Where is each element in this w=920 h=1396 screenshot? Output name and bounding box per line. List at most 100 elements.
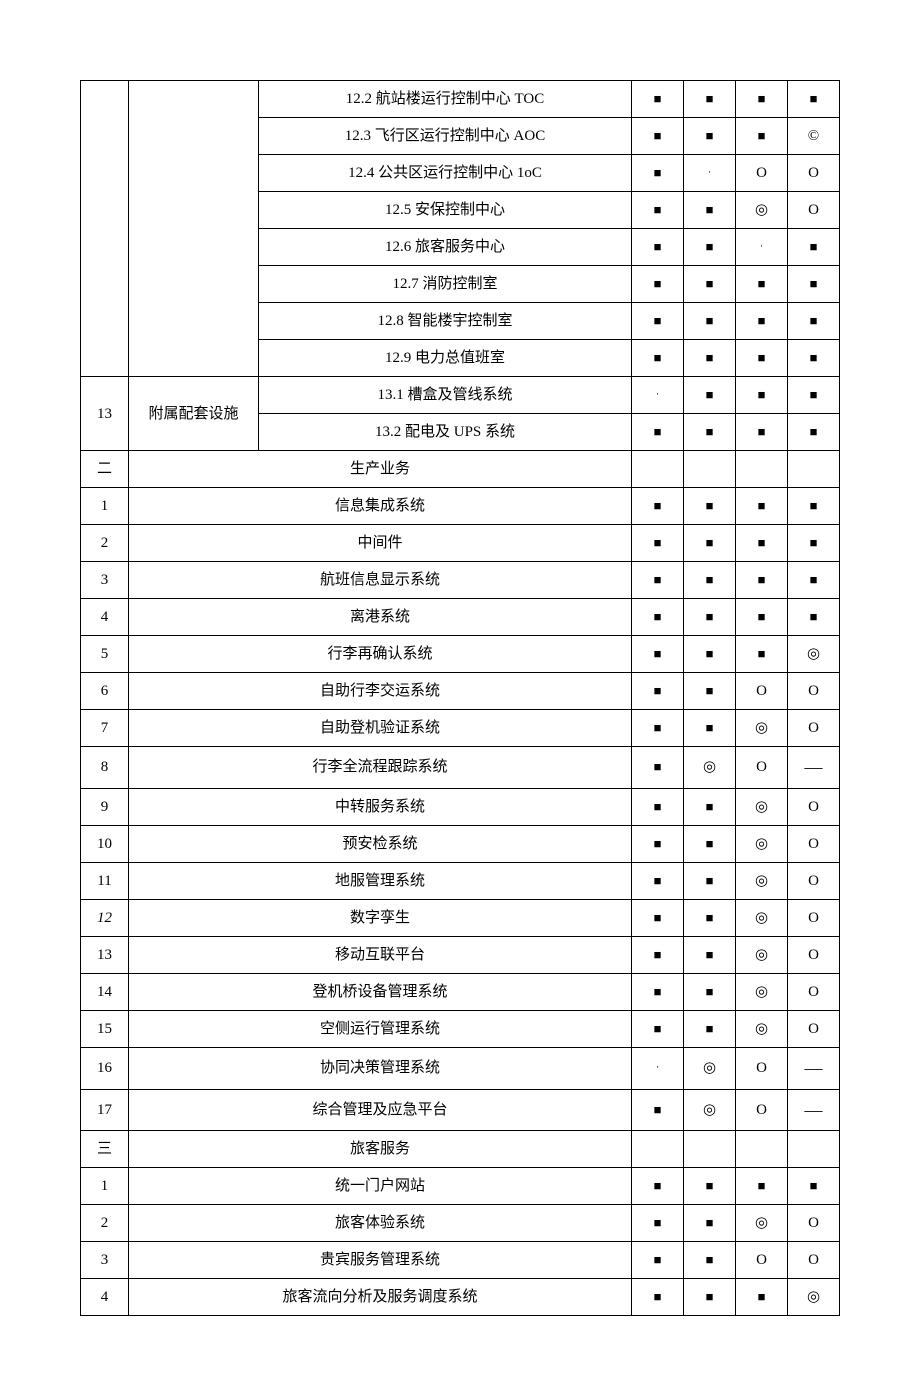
mark-cell: · bbox=[632, 1047, 684, 1089]
mark-cell: ■ bbox=[788, 414, 840, 451]
row-number: 15 bbox=[81, 1010, 129, 1047]
mark-cell: ■ bbox=[632, 862, 684, 899]
mark-cell bbox=[788, 1131, 840, 1168]
row-number: 2 bbox=[81, 525, 129, 562]
row-desc: 行李再确认系统 bbox=[129, 636, 632, 673]
mark-cell: O bbox=[788, 936, 840, 973]
mark-cell: ■ bbox=[788, 81, 840, 118]
section-title: 旅客服务 bbox=[129, 1131, 632, 1168]
mark-cell: ◎ bbox=[736, 973, 788, 1010]
mark-cell: ■ bbox=[736, 488, 788, 525]
mark-cell: ■ bbox=[684, 118, 736, 155]
mark-cell: ◎ bbox=[736, 862, 788, 899]
spec-table: 12.2 航站楼运行控制中心 TOC■■■■12.3 飞行区运行控制中心 AOC… bbox=[80, 80, 840, 1316]
mark-cell: ■ bbox=[684, 899, 736, 936]
mark-cell: ◎ bbox=[788, 636, 840, 673]
mark-cell: ■ bbox=[684, 81, 736, 118]
row-desc: 12.8 智能楼宇控制室 bbox=[259, 303, 632, 340]
row-desc: 统一门户网站 bbox=[129, 1168, 632, 1205]
mark-cell: ■ bbox=[632, 1089, 684, 1131]
mark-cell: ■ bbox=[632, 636, 684, 673]
row-number: 13 bbox=[81, 936, 129, 973]
mark-cell: ■ bbox=[788, 1168, 840, 1205]
mark-cell: O bbox=[736, 1047, 788, 1089]
mark-cell: ◎ bbox=[736, 710, 788, 747]
mark-cell: ■ bbox=[736, 599, 788, 636]
mark-cell: O bbox=[736, 155, 788, 192]
mark-cell: ■ bbox=[684, 710, 736, 747]
mark-cell: ■ bbox=[632, 340, 684, 377]
mark-cell: ■ bbox=[788, 488, 840, 525]
row-desc: 地服管理系统 bbox=[129, 862, 632, 899]
row-desc: 中间件 bbox=[129, 525, 632, 562]
row-number: 10 bbox=[81, 825, 129, 862]
row-number: 6 bbox=[81, 673, 129, 710]
mark-cell: ◎ bbox=[684, 1047, 736, 1089]
mark-cell: ◎ bbox=[736, 1205, 788, 1242]
row-desc: 12.5 安保控制中心 bbox=[259, 192, 632, 229]
mark-cell: ■ bbox=[632, 562, 684, 599]
mark-cell: — bbox=[788, 1047, 840, 1089]
mark-cell: ■ bbox=[632, 710, 684, 747]
row-desc: 自助行李交运系统 bbox=[129, 673, 632, 710]
mark-cell: ■ bbox=[632, 899, 684, 936]
row-number: 3 bbox=[81, 562, 129, 599]
mark-cell: O bbox=[788, 155, 840, 192]
row-desc: 旅客流向分析及服务调度系统 bbox=[129, 1279, 632, 1316]
mark-cell: ■ bbox=[632, 1242, 684, 1279]
mark-cell: ■ bbox=[632, 118, 684, 155]
mark-cell: ■ bbox=[788, 377, 840, 414]
mark-cell: ■ bbox=[684, 1168, 736, 1205]
mark-cell: O bbox=[788, 1205, 840, 1242]
mark-cell: ■ bbox=[736, 1279, 788, 1316]
mark-cell: ■ bbox=[684, 340, 736, 377]
row-number: 2 bbox=[81, 1205, 129, 1242]
mark-cell: ■ bbox=[632, 229, 684, 266]
mark-cell: · bbox=[736, 229, 788, 266]
mark-cell: ■ bbox=[736, 636, 788, 673]
row-desc: 登机桥设备管理系统 bbox=[129, 973, 632, 1010]
row-desc: 移动互联平台 bbox=[129, 936, 632, 973]
mark-cell: ■ bbox=[684, 788, 736, 825]
mark-cell: ■ bbox=[684, 673, 736, 710]
row-desc: 旅客体验系统 bbox=[129, 1205, 632, 1242]
mark-cell: ■ bbox=[684, 229, 736, 266]
mark-cell: ■ bbox=[632, 788, 684, 825]
mark-cell: · bbox=[632, 377, 684, 414]
mark-cell: ■ bbox=[632, 1168, 684, 1205]
mark-cell: ■ bbox=[632, 1205, 684, 1242]
mark-cell: ■ bbox=[736, 303, 788, 340]
mark-cell: ■ bbox=[684, 825, 736, 862]
mark-cell: ■ bbox=[684, 414, 736, 451]
mark-cell: O bbox=[788, 825, 840, 862]
row-number: 14 bbox=[81, 973, 129, 1010]
row-desc: 12.2 航站楼运行控制中心 TOC bbox=[259, 81, 632, 118]
mark-cell: ■ bbox=[684, 303, 736, 340]
row-desc: 行李全流程跟踪系统 bbox=[129, 747, 632, 789]
row-desc: 自助登机验证系统 bbox=[129, 710, 632, 747]
mark-cell: © bbox=[788, 118, 840, 155]
row-number bbox=[81, 81, 129, 377]
mark-cell: — bbox=[788, 747, 840, 789]
mark-cell: ■ bbox=[632, 673, 684, 710]
mark-cell bbox=[632, 451, 684, 488]
row-desc: 信息集成系统 bbox=[129, 488, 632, 525]
mark-cell: · bbox=[684, 155, 736, 192]
mark-cell: ■ bbox=[788, 562, 840, 599]
mark-cell: ■ bbox=[788, 599, 840, 636]
mark-cell: ■ bbox=[632, 81, 684, 118]
mark-cell: O bbox=[788, 899, 840, 936]
mark-cell: ■ bbox=[788, 229, 840, 266]
row-number: 13 bbox=[81, 377, 129, 451]
mark-cell: ■ bbox=[736, 340, 788, 377]
mark-cell: ■ bbox=[684, 377, 736, 414]
mark-cell: ◎ bbox=[736, 788, 788, 825]
row-number: 4 bbox=[81, 599, 129, 636]
mark-cell: O bbox=[788, 710, 840, 747]
mark-cell: ■ bbox=[632, 973, 684, 1010]
mark-cell: ■ bbox=[684, 1205, 736, 1242]
row-desc: 中转服务系统 bbox=[129, 788, 632, 825]
mark-cell: ■ bbox=[632, 488, 684, 525]
mark-cell: ■ bbox=[684, 266, 736, 303]
mark-cell: ■ bbox=[632, 266, 684, 303]
